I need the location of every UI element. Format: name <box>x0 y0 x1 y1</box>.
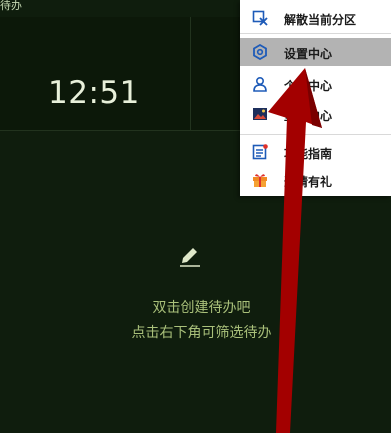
menu-separator <box>240 33 391 34</box>
empty-hint-line1: 双击创建待办吧 <box>152 300 251 316</box>
menu-item-label: 解散当前分区 <box>284 13 357 27</box>
pencil-icon[interactable] <box>176 243 204 271</box>
menu-separator <box>240 134 391 135</box>
user-icon <box>253 76 267 92</box>
clock-time: 12:51 <box>48 75 140 111</box>
empty-hint-line2: 点击右下角可筛选待办 <box>131 325 272 341</box>
menu-item-profile[interactable]: 个人中心 <box>240 70 391 98</box>
clock-panel: 12:51 <box>0 17 191 130</box>
menu-item-label: 邀请有礼 <box>284 175 333 189</box>
unlink-icon <box>252 10 268 26</box>
menu-item-label: 功能指南 <box>284 147 333 161</box>
menu-item-invite[interactable]: 邀请有礼 <box>240 166 391 194</box>
menu-item-label: 个人中心 <box>284 79 333 93</box>
menu-item-guide[interactable]: 功能指南 <box>240 138 391 166</box>
menu-item-label: 壁纸中心 <box>284 109 333 123</box>
guide-icon <box>252 144 268 160</box>
menu-item-label: 设置中心 <box>284 47 333 61</box>
menu-item-settings[interactable]: 设置中心 <box>240 38 391 66</box>
gear-icon <box>253 44 267 60</box>
image-icon <box>253 108 267 120</box>
partition-title-partial: 待办 <box>0 0 22 12</box>
menu-item-dissolve-partition[interactable]: 解散当前分区 <box>240 4 391 32</box>
context-menu: 解散当前分区 设置中心 个人中心 壁纸中心 功能指南 邀请有礼 <box>240 0 391 196</box>
gift-icon <box>253 174 267 187</box>
menu-item-wallpaper[interactable]: 壁纸中心 <box>240 100 391 128</box>
